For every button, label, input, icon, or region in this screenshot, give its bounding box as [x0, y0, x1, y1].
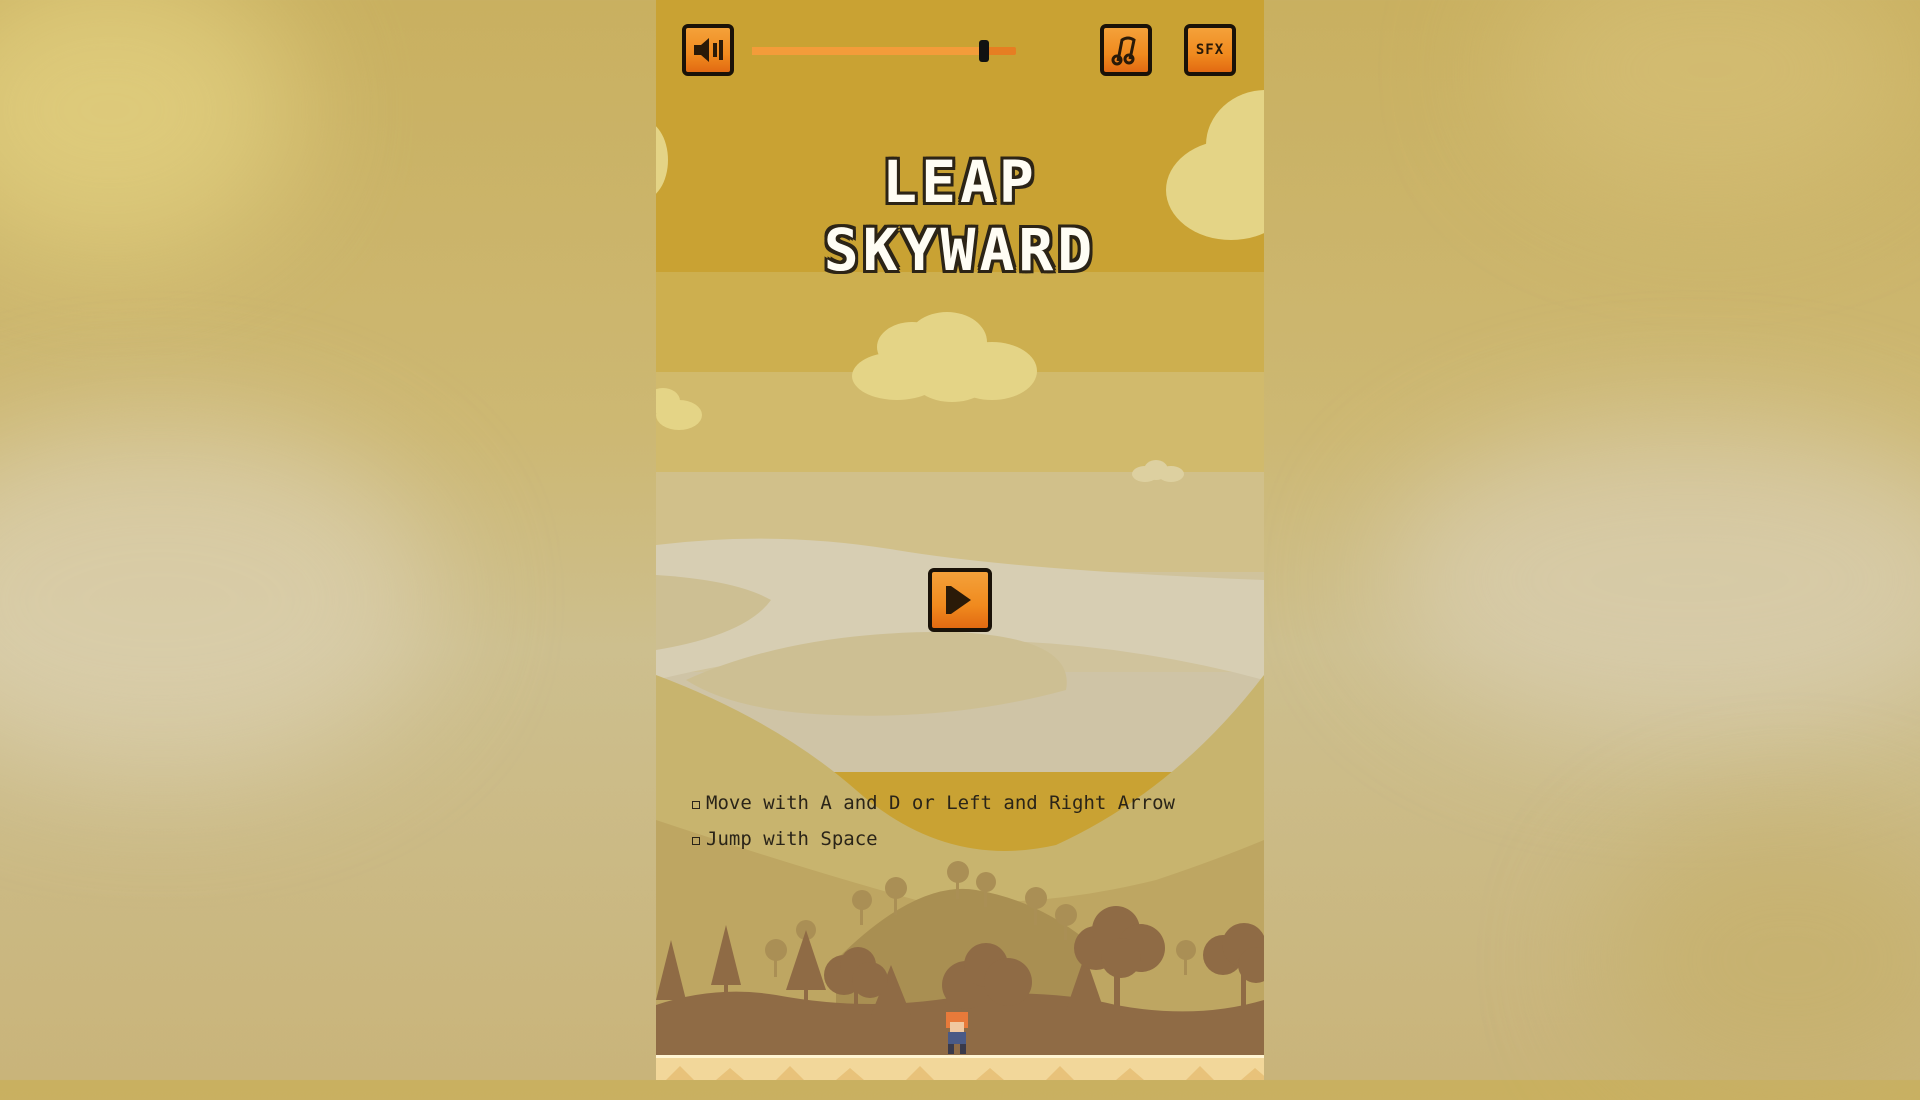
bullet: [692, 837, 700, 845]
volume-slider-handle[interactable]: [979, 40, 990, 62]
music-note-icon: [1111, 36, 1136, 66]
play-icon: [946, 586, 971, 614]
game-canvas[interactable]: SFX LEAP SKYWARD Move with A and D or Le…: [656, 0, 1264, 1080]
bullet: [692, 801, 700, 809]
sfx-toggle-button[interactable]: SFX: [1184, 24, 1236, 76]
volume-slider[interactable]: [752, 40, 1016, 62]
instruction-move: Move with A and D or Left and Right Arro…: [706, 792, 1175, 814]
sound-toggle-button[interactable]: [682, 24, 734, 76]
instruction-jump: Jump with Space: [706, 828, 878, 850]
title-line-1: LEAP: [882, 148, 1038, 216]
instruction-item: Move with A and D or Left and Right Arro…: [692, 785, 1175, 821]
sfx-label: SFX: [1195, 42, 1225, 58]
play-button[interactable]: [928, 568, 992, 632]
music-toggle-button[interactable]: [1100, 24, 1152, 76]
game-title: LEAP SKYWARD: [656, 148, 1264, 284]
volume-slider-fill: [752, 47, 985, 55]
instruction-item: Jump with Space: [692, 821, 1175, 857]
instructions: Move with A and D or Left and Right Arro…: [692, 785, 1175, 857]
title-line-2: SKYWARD: [823, 216, 1097, 284]
speaker-icon: [694, 38, 723, 62]
